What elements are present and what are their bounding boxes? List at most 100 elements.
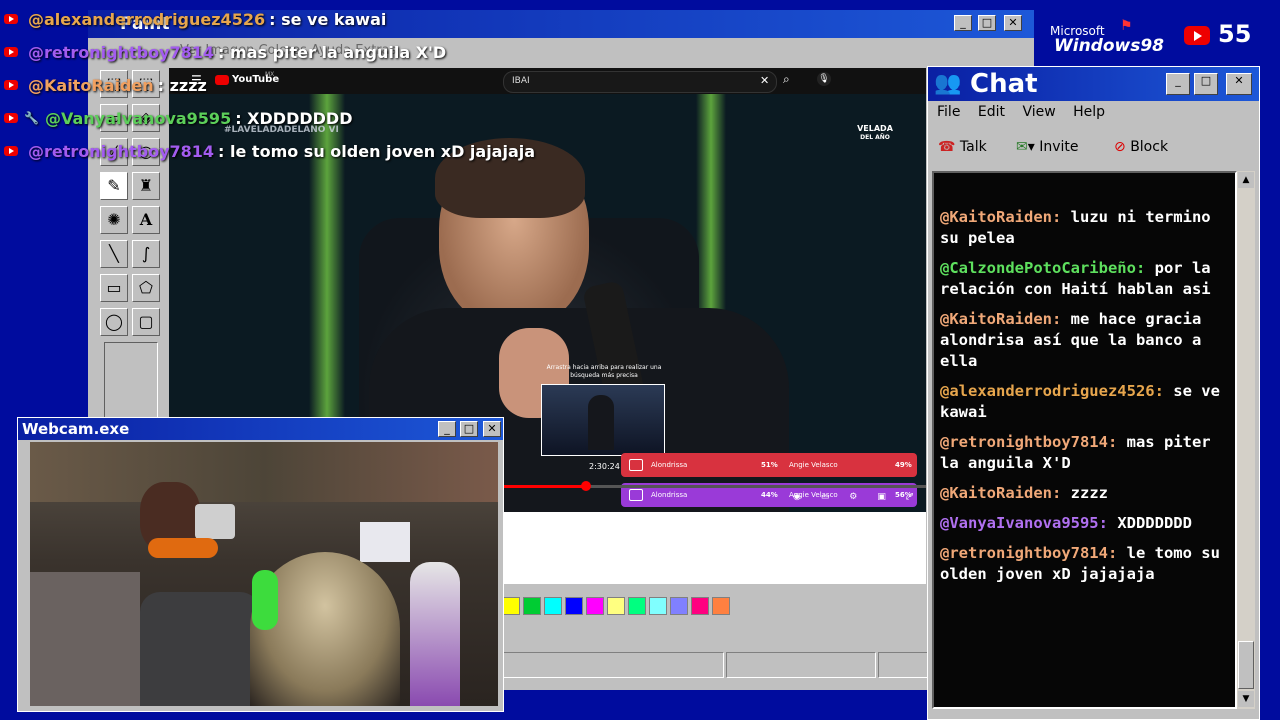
invite-button[interactable]: ✉▾ Invite <box>1016 127 1079 167</box>
chat-messages[interactable]: @KaitoRaiden: luzu ni termino su pelea @C… <box>932 171 1237 709</box>
line-icon[interactable]: ╲ <box>100 240 128 268</box>
curve-icon[interactable]: ∫ <box>132 240 160 268</box>
youtube-icon <box>4 146 18 156</box>
chat-title: Chat <box>970 69 1038 99</box>
velada-logo-line2: DEL AÑO <box>860 134 890 141</box>
palette-swatch[interactable] <box>712 597 730 615</box>
rectangle-icon[interactable]: ▭ <box>100 274 128 302</box>
talk-button[interactable]: ☎ Talk <box>938 127 987 167</box>
chat-text: XDDDDDDD <box>1107 514 1192 532</box>
palette-swatch[interactable] <box>649 597 667 615</box>
invite-label: Invite <box>1039 139 1079 155</box>
velada-logo: VELADA DEL AÑO <box>857 124 893 142</box>
text-icon[interactable]: A <box>132 206 160 234</box>
polygon-icon[interactable]: ⬠ <box>132 274 160 302</box>
scroll-down-arrow-icon[interactable]: ▼ <box>1238 691 1254 707</box>
poster <box>30 572 140 706</box>
maximize-button[interactable]: □ <box>978 15 996 31</box>
chat-username: @VanyaIvanova9595: <box>940 514 1108 532</box>
mic-icon[interactable]: 🎙 <box>817 72 831 86</box>
scroll-thumb[interactable] <box>1238 641 1254 689</box>
search-icon[interactable]: ⌕ <box>783 72 790 87</box>
chat-username: @retronightboy7814: <box>940 433 1118 451</box>
chat-username: @KaitoRaiden: <box>940 484 1062 502</box>
palette-swatch[interactable] <box>502 597 520 615</box>
play-button-award <box>195 504 235 539</box>
overlay-chat-line: 🔧 @VanyaIvanova9595: XDDDDDDD <box>4 107 352 129</box>
menu-edit[interactable]: Edit <box>978 104 1005 120</box>
webcam-feed <box>30 442 498 706</box>
scroll-up-arrow-icon[interactable]: ▲ <box>1238 172 1254 188</box>
poll-left-pct: 44% <box>761 491 778 499</box>
chat-people-icon: 👥 <box>934 71 962 96</box>
chat-username: @alexanderrodriguez4526: <box>940 382 1164 400</box>
chat-username: @CalzondePotoCaribeño: <box>940 259 1146 277</box>
toy-balls <box>148 538 218 558</box>
minimize-button[interactable]: _ <box>1166 73 1190 95</box>
seek-preview-thumbnail <box>541 384 665 456</box>
youtube-icon <box>1184 26 1210 45</box>
minimize-button[interactable]: _ <box>954 15 972 31</box>
joker-figure <box>410 562 460 706</box>
chat-menu-bar: File Edit View Help <box>928 101 1259 123</box>
palette-swatch[interactable] <box>691 597 709 615</box>
chair <box>140 592 260 706</box>
invite-icon: ✉ <box>1016 139 1028 155</box>
tool-options[interactable] <box>104 342 158 428</box>
menu-view[interactable]: View <box>1022 104 1055 120</box>
poll-right-pct: 49% <box>895 461 912 469</box>
paint-canvas[interactable] <box>502 512 926 584</box>
brush-icon[interactable]: ♜ <box>132 172 160 200</box>
overlay-chat-line: @retronightboy7814: le tomo su olden jov… <box>4 140 535 162</box>
ellipse-icon[interactable]: ◯ <box>100 308 128 336</box>
poll-row: Alondrissa 51% Angie Velasco 49% <box>621 453 917 477</box>
settings-icon[interactable]: ⚙ <box>849 492 857 508</box>
clear-search-icon[interactable]: ✕ <box>760 74 769 87</box>
palette-swatch[interactable] <box>544 597 562 615</box>
palette-swatch[interactable] <box>670 597 688 615</box>
palette-swatch[interactable] <box>628 597 646 615</box>
menu-file[interactable]: File <box>937 104 960 120</box>
color-palette <box>502 597 742 617</box>
palette-swatch[interactable] <box>607 597 625 615</box>
palette-swatch[interactable] <box>565 597 583 615</box>
poll-left-name: Alondrissa <box>651 461 688 469</box>
chat-username: @retronightboy7814: <box>940 544 1118 562</box>
webcam-window: Webcam.exe _ □ ✕ <box>17 417 504 712</box>
shelf <box>30 442 498 502</box>
chat-message: @alexanderrodriguez4526: se ve kawai <box>940 381 1225 423</box>
subtitles-icon[interactable]: ▭ <box>821 492 830 508</box>
close-button[interactable]: ✕ <box>483 421 501 437</box>
talk-icon: ☎ <box>938 139 956 155</box>
miniplayer-icon[interactable]: ▣ <box>877 492 886 508</box>
youtube-icon <box>4 47 18 57</box>
chat-message-list: @KaitoRaiden: luzu ni termino su pelea @C… <box>940 207 1225 594</box>
palette-swatch[interactable] <box>586 597 604 615</box>
autoplay-icon[interactable]: ◉ <box>793 492 801 508</box>
webcam-title-bar[interactable]: Webcam.exe <box>18 418 503 440</box>
chat-toolbar: ☎ Talk ✉▾ Invite ⊘ Block <box>928 127 1259 167</box>
status-pane <box>502 652 724 678</box>
block-button[interactable]: ⊘ Block <box>1114 127 1168 167</box>
palette-swatch[interactable] <box>523 597 541 615</box>
maximize-button[interactable]: □ <box>460 421 478 437</box>
menu-help[interactable]: Help <box>1073 104 1105 120</box>
overlay-message: : se ve kawai <box>269 9 387 29</box>
airbrush-icon[interactable]: ✺ <box>100 206 128 234</box>
minimize-button[interactable]: _ <box>438 421 456 437</box>
chat-text: zzzz <box>1061 484 1108 502</box>
close-button[interactable]: ✕ <box>1226 73 1252 95</box>
rounded-rect-icon[interactable]: ▢ <box>132 308 160 336</box>
fullscreen-icon[interactable]: ⤢ <box>906 492 913 508</box>
chat-message: @CalzondePotoCaribeño: por la relación c… <box>940 258 1225 300</box>
chat-message: @KaitoRaiden: luzu ni termino su pelea <box>940 207 1225 249</box>
chat-message: @KaitoRaiden: zzzz <box>940 483 1225 504</box>
chat-scrollbar[interactable]: ▲ ▼ <box>1237 171 1255 709</box>
block-icon: ⊘ <box>1114 139 1126 155</box>
maximize-button[interactable]: □ <box>1194 73 1218 95</box>
pencil-icon[interactable]: ✎ <box>100 172 128 200</box>
green-headset <box>252 570 278 630</box>
progress-scrubber[interactable] <box>581 481 591 491</box>
overlay-message: : XDDDDDDD <box>235 108 353 128</box>
close-button[interactable]: ✕ <box>1004 15 1022 31</box>
